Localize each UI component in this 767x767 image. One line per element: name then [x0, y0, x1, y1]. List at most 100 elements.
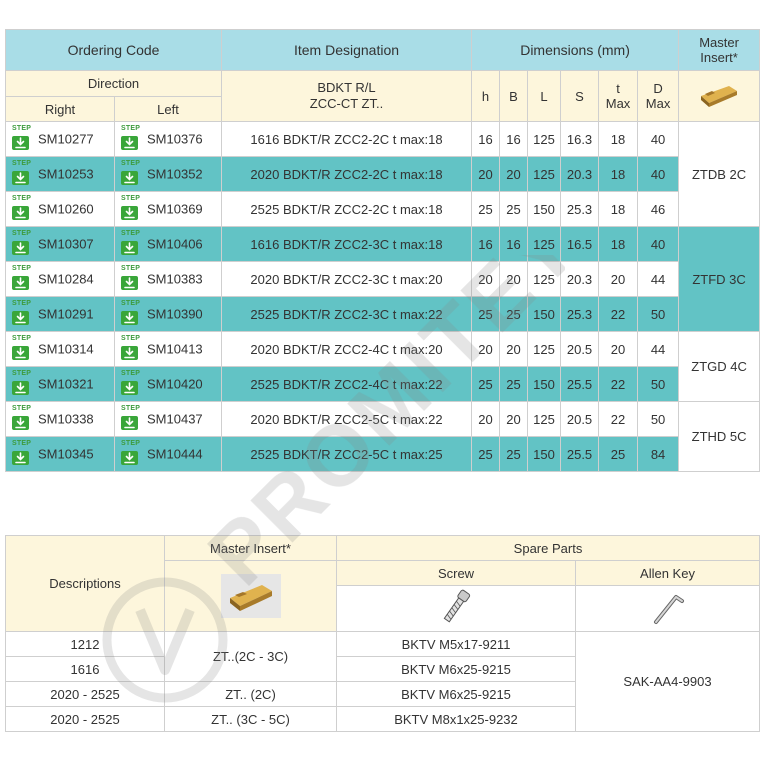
table-row: STEP SM10321 STEP SM10420 2525 BDKT/R ZCC2-4…: [5, 366, 760, 402]
ordering-code[interactable]: SM10284: [38, 272, 94, 287]
table-row: STEP SM10307 STEP SM10406 1616 BDKT/R ZCC2-3…: [5, 226, 761, 332]
step-download-icon[interactable]: STEP: [12, 195, 34, 220]
ordering-code[interactable]: SM10406: [147, 237, 203, 252]
step-download-icon[interactable]: STEP: [12, 125, 34, 150]
master-insert-cell: ZTHD 5C: [678, 401, 761, 472]
h-value-cell: 25: [471, 191, 501, 227]
designation-cell: 2525 BDKT/R ZCC2-5C t max:25: [221, 436, 473, 472]
ordering-code[interactable]: SM10345: [38, 447, 94, 462]
master-insert-cell: ZTDB 2C: [678, 121, 761, 227]
s-value-cell: 16.3: [560, 121, 600, 157]
step-download-icon[interactable]: STEP: [12, 370, 34, 395]
download-icon: [12, 276, 29, 290]
step-download-icon[interactable]: STEP: [121, 370, 143, 395]
b-value-cell: 20: [499, 331, 529, 367]
right-code-cell: STEP SM10338: [5, 401, 115, 437]
left-code-cell: STEP SM10369: [113, 191, 223, 227]
s-value-cell: 25.5: [560, 366, 600, 402]
t-max-header: t Max: [598, 70, 639, 122]
h-value-cell: 16: [471, 226, 501, 262]
step-download-icon[interactable]: STEP: [121, 440, 143, 465]
t-value-cell: 18: [598, 226, 639, 262]
ordering-code[interactable]: SM10390: [147, 307, 203, 322]
ordering-code[interactable]: SM10291: [38, 307, 94, 322]
d-value-cell: 84: [637, 436, 680, 472]
right-code-cell: STEP SM10307: [5, 226, 115, 262]
allen-key-image: [575, 585, 760, 632]
desc-cell: 1212: [5, 631, 165, 657]
download-icon: [121, 241, 138, 255]
ordering-code[interactable]: SM10321: [38, 377, 94, 392]
ordering-code[interactable]: SM10260: [38, 202, 94, 217]
download-icon: [12, 311, 29, 325]
step-download-icon[interactable]: STEP: [12, 230, 34, 255]
download-icon: [12, 381, 29, 395]
step-download-icon[interactable]: STEP: [12, 405, 34, 430]
step-label: STEP: [121, 370, 141, 377]
screw-icon: [443, 589, 471, 623]
designation-cell: 2525 BDKT/R ZCC2-3C t max:22: [221, 296, 473, 332]
spare-parts-header: Spare Parts: [336, 535, 760, 561]
designation-cell: 1616 BDKT/R ZCC2-2C t max:18: [221, 121, 473, 157]
step-download-icon[interactable]: STEP: [121, 160, 143, 185]
s-value-cell: 16.5: [560, 226, 600, 262]
designation-cell: 2525 BDKT/R ZCC2-4C t max:22: [221, 366, 473, 402]
descriptions-header: Descriptions: [5, 535, 165, 632]
ordering-code[interactable]: SM10383: [147, 272, 203, 287]
screw-image: [336, 585, 576, 632]
b-value-cell: 20: [499, 156, 529, 192]
ordering-code[interactable]: SM10413: [147, 342, 203, 357]
d-value-cell: 40: [637, 226, 680, 262]
ordering-code[interactable]: SM10376: [147, 132, 203, 147]
d-value-cell: 50: [637, 296, 680, 332]
d-value-cell: 44: [637, 261, 680, 297]
step-download-icon[interactable]: STEP: [121, 265, 143, 290]
left-code-cell: STEP SM10413: [113, 331, 223, 367]
ordering-code[interactable]: SM10437: [147, 412, 203, 427]
step-download-icon[interactable]: STEP: [12, 335, 34, 360]
ordering-code[interactable]: SM10444: [147, 447, 203, 462]
download-icon: [12, 171, 29, 185]
d-max-header-line2: Max: [645, 96, 671, 111]
step-label: STEP: [12, 265, 32, 272]
ordering-code[interactable]: SM10253: [38, 167, 94, 182]
h-value-cell: 20: [471, 331, 501, 367]
l-value-cell: 150: [527, 191, 562, 227]
h-value-cell: 25: [471, 366, 501, 402]
download-icon: [121, 346, 138, 360]
master-insert-header: Master Insert*: [678, 29, 761, 71]
step-download-icon[interactable]: STEP: [121, 300, 143, 325]
step-download-icon[interactable]: STEP: [12, 300, 34, 325]
desc-cell: 2020 - 2525: [5, 681, 165, 707]
t-value-cell: 22: [598, 401, 639, 437]
step-download-icon[interactable]: STEP: [121, 195, 143, 220]
ordering-code[interactable]: SM10277: [38, 132, 94, 147]
ordering-code[interactable]: SM10369: [147, 202, 203, 217]
download-icon: [121, 416, 138, 430]
step-download-icon[interactable]: STEP: [12, 440, 34, 465]
right-header: Right: [5, 96, 115, 122]
ordering-code[interactable]: SM10338: [38, 412, 94, 427]
ordering-code[interactable]: SM10314: [38, 342, 94, 357]
allen-key-icon: [653, 595, 684, 624]
ordering-code[interactable]: SM10420: [147, 377, 203, 392]
ordering-code[interactable]: SM10352: [147, 167, 203, 182]
step-label: STEP: [121, 160, 141, 167]
step-label: STEP: [121, 125, 141, 132]
step-download-icon[interactable]: STEP: [121, 230, 143, 255]
step-label: STEP: [121, 440, 141, 447]
step-download-icon[interactable]: STEP: [121, 335, 143, 360]
ordering-code[interactable]: SM10307: [38, 237, 94, 252]
step-download-icon[interactable]: STEP: [121, 125, 143, 150]
table-row: STEP SM10345 STEP SM10444 2525 BDKT/R ZCC2-5…: [5, 436, 760, 472]
step-download-icon[interactable]: STEP: [12, 160, 34, 185]
right-code-cell: STEP SM10291: [5, 296, 115, 332]
step-label: STEP: [121, 335, 141, 342]
s-value-cell: 20.5: [560, 331, 600, 367]
step-download-icon[interactable]: STEP: [12, 265, 34, 290]
download-icon: [12, 346, 29, 360]
step-download-icon[interactable]: STEP: [121, 405, 143, 430]
d-value-cell: 40: [637, 121, 680, 157]
d-value-cell: 50: [637, 401, 680, 437]
l-value-cell: 125: [527, 261, 562, 297]
